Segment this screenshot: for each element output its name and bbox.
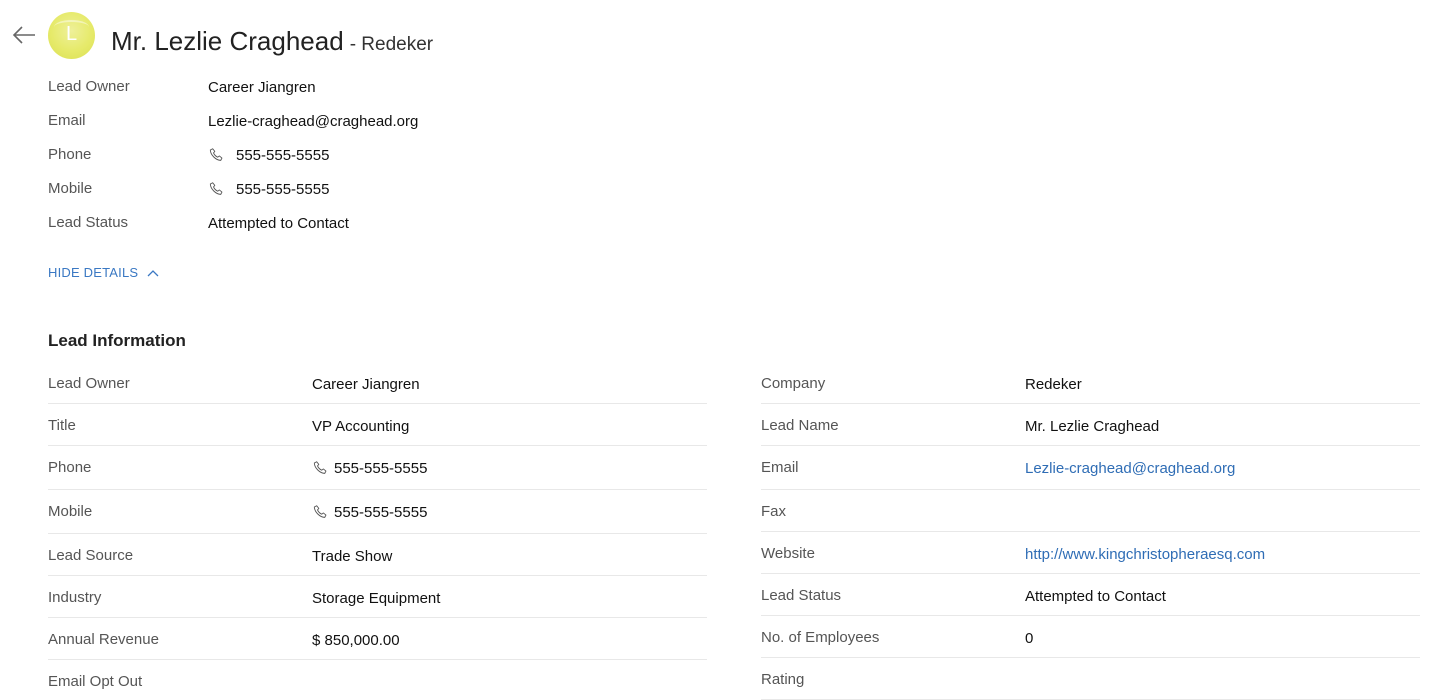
field-label: Email Opt Out <box>48 673 143 690</box>
summary-phone-value[interactable]: 555-555-5555 <box>208 147 329 164</box>
field-value: 555-555-5555 <box>334 460 428 477</box>
lead-info-left-column: Lead Owner Career Jiangren Title VP Acco… <box>48 362 707 700</box>
field-row: Annual Revenue $ 850,000.00 <box>48 618 707 660</box>
summary-value: 555-555-5555 <box>236 147 330 164</box>
field-row: Lead Name Mr. Lezlie Craghead <box>761 404 1420 446</box>
summary-label: Lead Owner <box>48 78 130 95</box>
field-label: Industry <box>48 589 102 606</box>
field-row: Email Lezlie-craghead@craghead.org <box>761 446 1420 490</box>
field-value: 0 <box>1025 630 1034 647</box>
summary-row-phone: Phone 555-555-5555 <box>48 140 748 174</box>
section-title: Lead Information <box>48 331 186 350</box>
field-value: Trade Show <box>312 548 393 565</box>
avatar: L <box>48 12 95 59</box>
email-link[interactable]: Lezlie-craghead@craghead.org <box>1025 460 1235 477</box>
mobile-value[interactable]: 555-555-5555 <box>312 504 427 521</box>
page-title: Mr. Lezlie Craghead - Redeker <box>111 26 433 57</box>
field-label: Annual Revenue <box>48 631 159 648</box>
phone-icon <box>209 182 223 195</box>
summary-label: Email <box>48 112 86 129</box>
summary-row-email: Email Lezlie-craghead@craghead.org <box>48 106 748 140</box>
summary-label: Mobile <box>48 180 93 197</box>
field-label: Company <box>761 375 826 392</box>
back-button[interactable] <box>10 22 38 48</box>
field-row: No. of Employees 0 <box>761 616 1420 658</box>
field-label: Website <box>761 545 815 562</box>
summary-label: Phone <box>48 146 92 163</box>
field-row: Email Opt Out <box>48 660 707 700</box>
phone-icon <box>313 461 327 474</box>
field-label: Title <box>48 417 76 434</box>
field-row: Title VP Accounting <box>48 404 707 446</box>
field-label: Rating <box>761 671 805 688</box>
field-label: Lead Name <box>761 417 839 434</box>
lead-name: Mr. Lezlie Craghead <box>111 26 344 56</box>
hide-details-toggle[interactable]: HIDE DETAILS <box>48 265 159 280</box>
field-label: Lead Owner <box>48 375 130 392</box>
chevron-up-icon <box>147 269 159 276</box>
summary-label: Lead Status <box>48 214 129 231</box>
hide-details-label: HIDE DETAILS <box>48 265 139 280</box>
field-row: Phone 555-555-5555 <box>48 446 707 490</box>
lead-info-right-column: Company Redeker Lead Name Mr. Lezlie Cra… <box>761 362 1420 700</box>
field-row: Company Redeker <box>761 362 1420 404</box>
field-label: Mobile <box>48 503 93 520</box>
field-value: Redeker <box>1025 376 1082 393</box>
field-value: Storage Equipment <box>312 590 441 607</box>
field-label: Lead Source <box>48 547 134 564</box>
field-row: Lead Source Trade Show <box>48 534 707 576</box>
field-row: Website http://www.kingchristopheraesq.c… <box>761 532 1420 574</box>
avatar-letter: L <box>65 23 78 45</box>
phone-icon <box>209 148 223 161</box>
field-row: Fax <box>761 490 1420 532</box>
field-value: Attempted to Contact <box>1025 588 1166 605</box>
field-label: Fax <box>761 503 787 520</box>
phone-value[interactable]: 555-555-5555 <box>312 460 427 477</box>
field-value: VP Accounting <box>312 418 410 435</box>
field-row: Industry Storage Equipment <box>48 576 707 618</box>
field-row: Rating <box>761 658 1420 700</box>
arrow-left-icon <box>12 26 35 44</box>
summary-row-lead-status: Lead Status Attempted to Contact <box>48 208 748 242</box>
summary-value: Career Jiangren <box>208 79 316 96</box>
field-label: No. of Employees <box>761 629 880 646</box>
summary-mobile-value[interactable]: 555-555-5555 <box>208 181 329 198</box>
field-value: Mr. Lezlie Craghead <box>1025 418 1160 435</box>
field-label: Lead Status <box>761 587 842 604</box>
field-label: Email <box>761 459 799 476</box>
field-value: 555-555-5555 <box>334 504 428 521</box>
summary-value: Attempted to Contact <box>208 215 349 232</box>
phone-icon <box>313 505 327 518</box>
field-row: Mobile 555-555-5555 <box>48 490 707 534</box>
field-value: $ 850,000.00 <box>312 632 400 649</box>
summary-row-lead-owner: Lead Owner Career Jiangren <box>48 72 748 106</box>
summary-value: 555-555-5555 <box>236 181 330 198</box>
field-label: Phone <box>48 459 92 476</box>
lead-summary: Lead Owner Career Jiangren Email Lezlie-… <box>48 72 748 242</box>
field-row: Lead Owner Career Jiangren <box>48 362 707 404</box>
summary-value[interactable]: Lezlie-craghead@craghead.org <box>208 113 418 130</box>
field-row: Lead Status Attempted to Contact <box>761 574 1420 616</box>
website-link[interactable]: http://www.kingchristopheraesq.com <box>1025 546 1265 563</box>
summary-row-mobile: Mobile 555-555-5555 <box>48 174 748 208</box>
field-value: Career Jiangren <box>312 376 420 393</box>
lead-company: - Redeker <box>349 34 434 55</box>
